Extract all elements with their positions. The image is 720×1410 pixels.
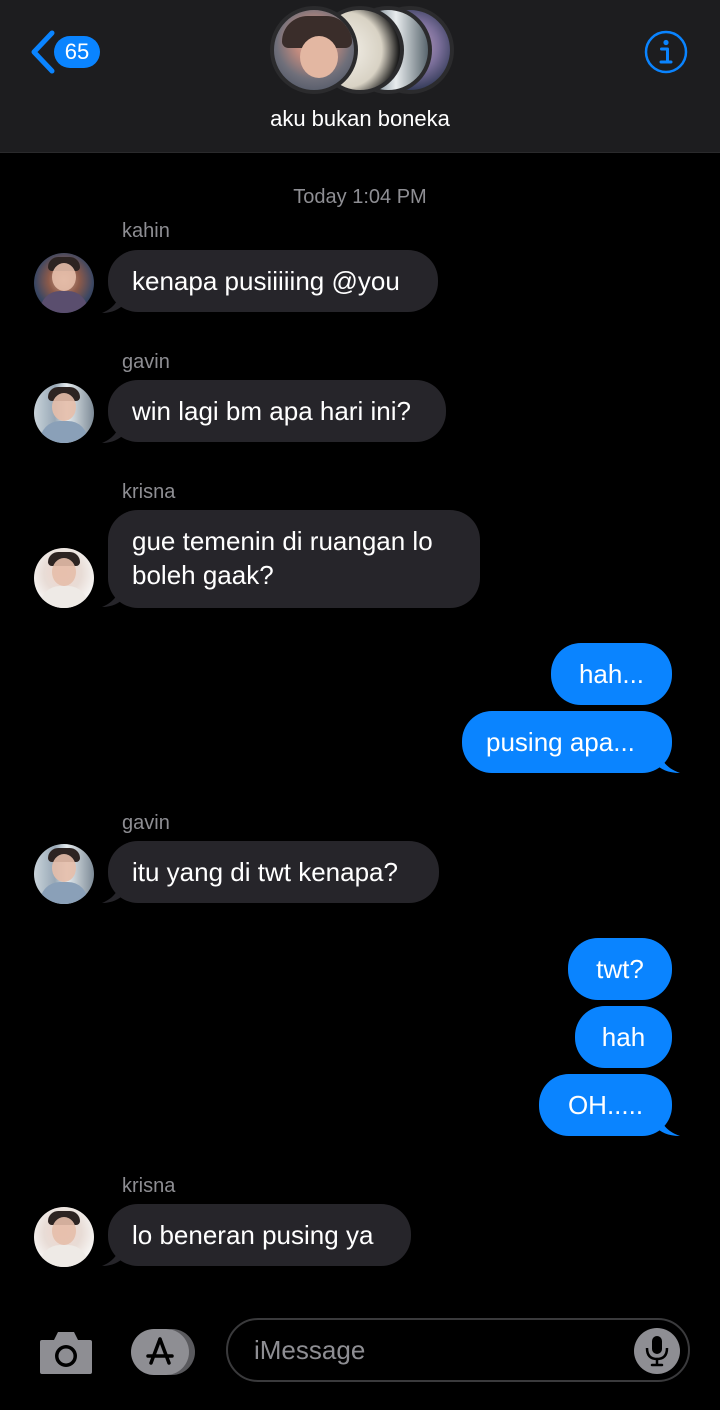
sender-name: gavin — [122, 351, 170, 373]
microphone-button[interactable] — [634, 1328, 680, 1374]
outgoing-message-bubble[interactable]: hah... — [551, 643, 672, 705]
sender-name: krisna — [122, 481, 176, 503]
message-text-line: gue temenin di ruangan lo — [132, 526, 433, 556]
thread-timestamp: Today 1:04 PM — [293, 186, 427, 208]
outgoing-message-bubble[interactable]: hah — [575, 1006, 672, 1068]
message-text: itu yang di twt kenapa? — [132, 857, 398, 887]
message-input[interactable] — [226, 1318, 690, 1382]
camera-button[interactable] — [38, 1328, 94, 1376]
unread-count-badge: 65 — [54, 36, 100, 68]
incoming-message-bubble[interactable]: win lagi bm apa hari ini? — [108, 380, 446, 442]
microphone-icon — [645, 1336, 669, 1367]
incoming-message-bubble[interactable]: itu yang di twt kenapa? — [108, 841, 439, 903]
message-text: hah... — [578, 659, 645, 689]
camera-icon — [40, 1332, 92, 1374]
message-text: kenapa pusiiiiing @you — [132, 266, 400, 296]
outgoing-message-bubble[interactable]: pusing apa... — [462, 711, 672, 773]
conversation-header: 65 aku bukan boneka — [0, 0, 720, 153]
message-text: twt? — [596, 954, 644, 984]
sender-name: gavin — [122, 812, 170, 834]
message-text-line: boleh gaak? — [132, 560, 274, 590]
message-text: pusing apa... — [486, 727, 635, 757]
group-name[interactable]: aku bukan boneka — [0, 106, 720, 132]
group-avatar-stack[interactable] — [270, 6, 454, 96]
sender-name: krisna — [122, 1175, 176, 1197]
incoming-message-bubble[interactable]: lo beneran pusing ya — [108, 1204, 411, 1266]
message-text: lo beneran pusing ya — [132, 1220, 374, 1250]
outgoing-message-bubble[interactable]: twt? — [568, 938, 672, 1000]
sender-name: kahin — [122, 220, 170, 242]
app-store-button[interactable] — [131, 1329, 197, 1375]
message-text: win lagi bm apa hari ini? — [132, 396, 411, 426]
message-text: OH..... — [567, 1090, 644, 1120]
chevron-left-icon — [31, 30, 55, 74]
info-button[interactable] — [644, 30, 688, 74]
group-member-avatar — [270, 6, 358, 94]
incoming-message-bubble[interactable]: gue temenin di ruangan lo boleh gaak? — [108, 510, 480, 608]
avatar[interactable] — [34, 253, 94, 313]
back-button[interactable]: 65 — [30, 30, 100, 74]
app-store-icon — [131, 1329, 195, 1375]
avatar[interactable] — [34, 548, 94, 608]
incoming-message-bubble[interactable]: kenapa pusiiiiing @you — [108, 250, 438, 312]
avatar[interactable] — [34, 383, 94, 443]
avatar[interactable] — [34, 1207, 94, 1267]
outgoing-message-bubble[interactable]: OH..... — [539, 1074, 672, 1136]
avatar[interactable] — [34, 844, 94, 904]
message-text: hah — [601, 1022, 646, 1052]
info-icon — [644, 30, 688, 74]
